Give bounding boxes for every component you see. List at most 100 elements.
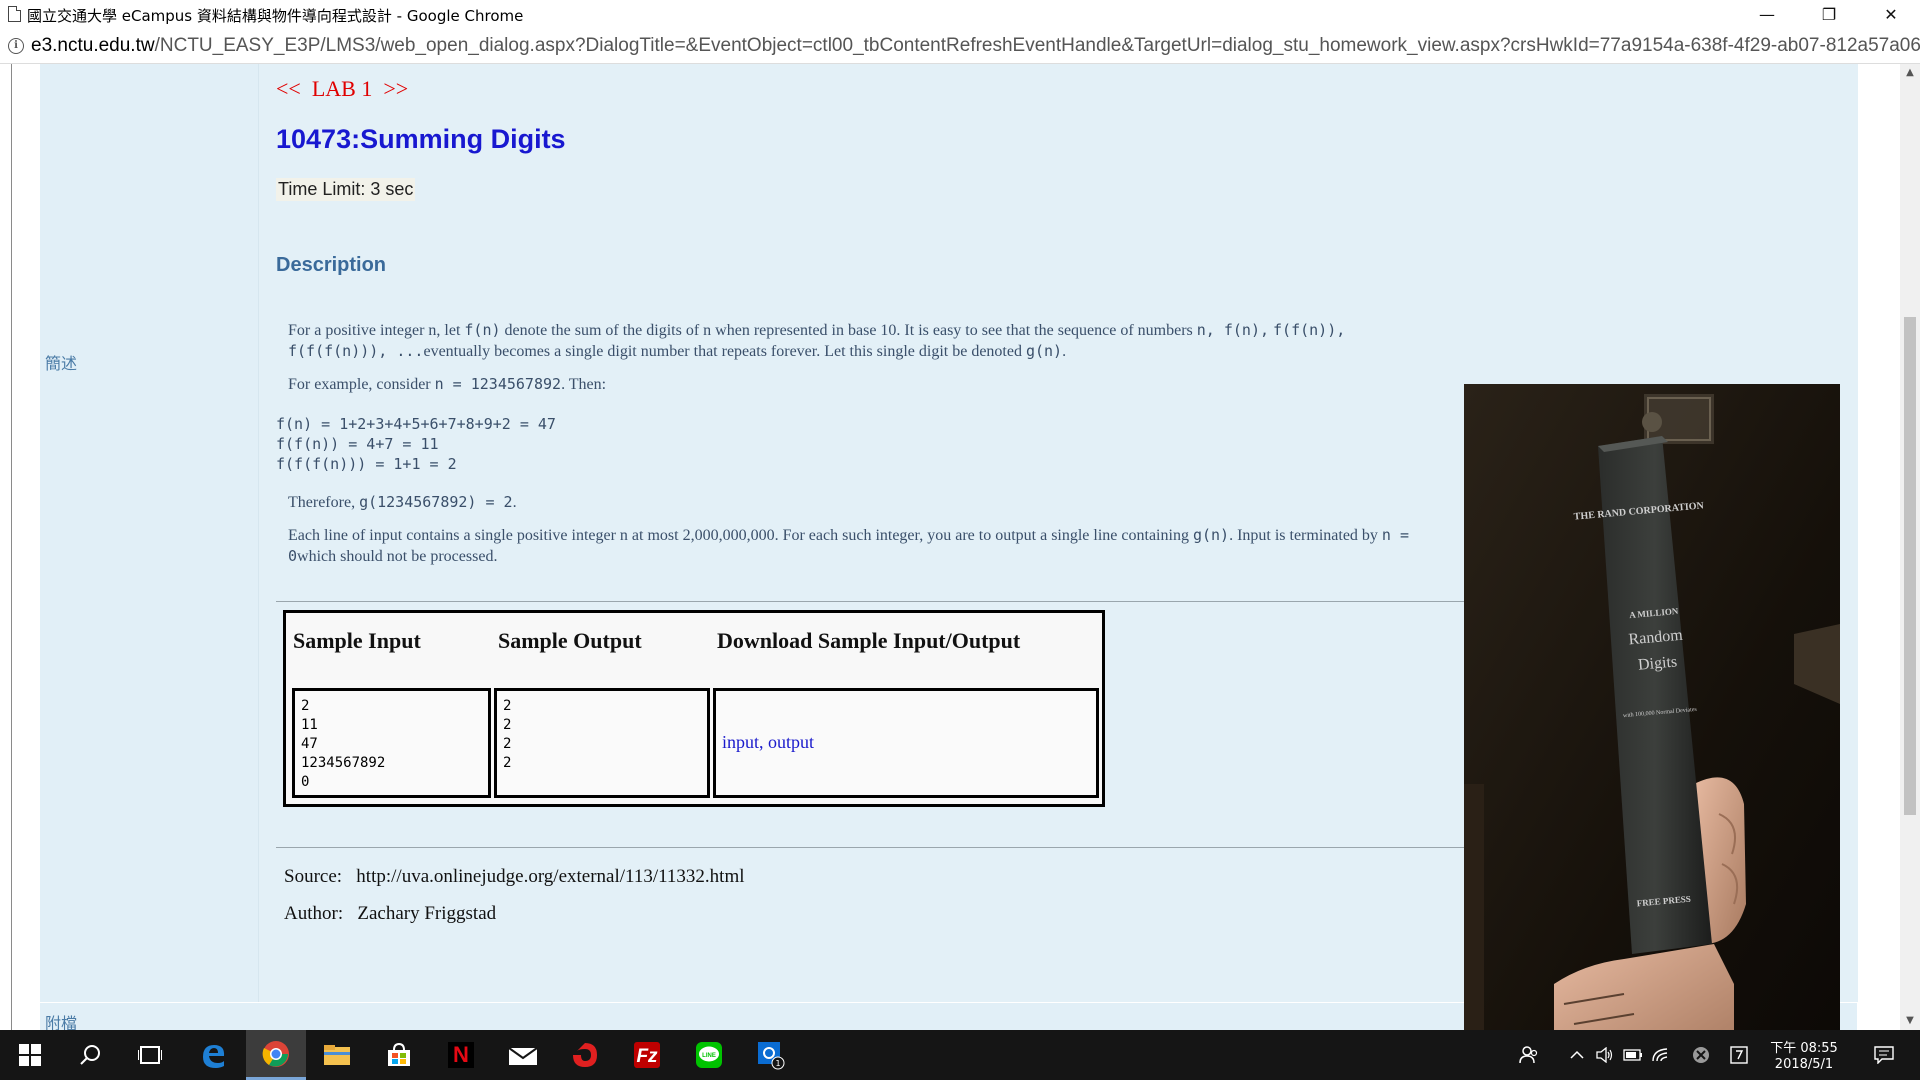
restore-button[interactable]: ❐: [1798, 0, 1860, 29]
taskbar-line[interactable]: LINE: [679, 1030, 739, 1080]
background-object: [1642, 412, 1662, 432]
taskbar-mail[interactable]: [493, 1030, 553, 1080]
sample-output-box: 2 2 2 2: [494, 688, 710, 798]
url-host: e3.nctu.edu.tw: [31, 35, 155, 56]
sample-output-heading: Sample Output: [498, 628, 642, 653]
store-icon: [388, 1042, 410, 1066]
description-paragraph-2: For example, consider n = 1234567892. Th…: [288, 375, 607, 393]
next-lab-link[interactable]: >>: [383, 76, 408, 101]
scrollbar-thumb[interactable]: [1904, 317, 1916, 815]
formula-line: f(f(n)) = 4+7 = 11: [276, 435, 439, 453]
description-paragraph-1: For a positive integer n, let f(n) denot…: [288, 321, 1346, 360]
windows-logo-icon: [19, 1044, 41, 1066]
sample-input-box: 2 11 47 1234567892 0: [292, 688, 491, 798]
taskbar-netflix[interactable]: N: [431, 1030, 491, 1080]
start-button[interactable]: [0, 1030, 60, 1080]
example-formula: f(n) = 1+2+3+4+5+6+7+8+9+2 = 47 f(f(n)) =…: [276, 414, 556, 474]
scroll-down-icon[interactable]: ▼: [1900, 1012, 1920, 1030]
download-box: input, output: [713, 688, 1099, 798]
battery-icon: [1623, 1049, 1642, 1061]
clock-date[interactable]: 2018/5/1: [1764, 1057, 1844, 1072]
taskbar-outlook[interactable]: 1: [741, 1030, 801, 1080]
page-icon: [8, 6, 21, 22]
chevron-up-icon: [1570, 1050, 1584, 1059]
taskbar-file-explorer[interactable]: [307, 1030, 367, 1080]
search-icon: [80, 1045, 100, 1065]
description-paragraph-3: Therefore, g(1234567892) = 2.: [288, 493, 517, 511]
lab-label: LAB 1: [311, 76, 373, 101]
close-button[interactable]: ✕: [1860, 0, 1920, 29]
netflix-icon: N: [448, 1042, 474, 1068]
show-hidden-icons-button[interactable]: [1564, 1030, 1590, 1080]
sample-input-heading: Sample Input: [293, 628, 421, 653]
book-photo: THE RAND CORPORATION A MILLION Random Di…: [1464, 384, 1840, 1030]
close-circle-icon: [1693, 1047, 1709, 1063]
window-titlebar: 國立交通大學 eCampus 資料結構與物件導向程式設計 - Google Ch…: [0, 0, 1920, 29]
app-tray-button[interactable]: [1688, 1030, 1714, 1080]
lab-navigation: << LAB 1 >>: [276, 76, 408, 102]
filezilla-icon: Fz: [634, 1042, 660, 1068]
label-column: 簡述: [40, 64, 258, 1002]
minimize-button[interactable]: —: [1736, 0, 1798, 29]
source-row: Source: http://uva.onlinejudge.org/exter…: [284, 866, 745, 888]
info-icon[interactable]: i: [8, 38, 24, 54]
taskbar-chrome[interactable]: [246, 1030, 306, 1080]
volume-button[interactable]: [1592, 1030, 1618, 1080]
source-value: http://uva.onlinejudge.org/external/113/…: [356, 866, 745, 887]
page-left-border: [0, 64, 12, 1030]
svg-text:Fz: Fz: [636, 1046, 658, 1067]
garena-icon: [573, 1043, 597, 1067]
taskbar-garena[interactable]: [555, 1030, 615, 1080]
sample-io-table: Sample Input Sample Output Download Samp…: [283, 610, 1105, 807]
windows-taskbar: N Fz LINE 1 下午 08:55 2018/5/1: [0, 1030, 1920, 1080]
taskbar-edge[interactable]: [183, 1030, 243, 1080]
chrome-icon: [262, 1040, 289, 1067]
source-label: Source:: [284, 866, 343, 887]
clock-time[interactable]: 下午 08:55: [1764, 1037, 1844, 1056]
folder-icon: [324, 1045, 350, 1065]
scroll-up-icon[interactable]: ▲: [1900, 64, 1920, 82]
author-row: Author: Zachary Friggstad: [284, 903, 496, 925]
ime-button[interactable]: [1724, 1030, 1754, 1080]
vertical-scrollbar[interactable]: ▲ ▼: [1900, 64, 1920, 1030]
description-paragraph-4: Each line of input contains a single pos…: [288, 526, 1410, 565]
wifi-icon: [1652, 1048, 1668, 1062]
divider: [276, 847, 1472, 848]
wifi-button[interactable]: [1648, 1030, 1674, 1080]
notification-badge: 1: [775, 1059, 780, 1068]
line-icon: LINE: [696, 1042, 722, 1068]
download-output-link[interactable]: output: [768, 732, 814, 752]
edge-icon: [203, 1045, 225, 1068]
battery-button[interactable]: [1620, 1030, 1646, 1080]
formula-line: f(f(f(n))) = 1+1 = 2: [276, 455, 457, 473]
divider: [276, 601, 1472, 602]
author-value: Zachary Friggstad: [357, 903, 497, 924]
line-icon-label: LINE: [702, 1053, 716, 1059]
formula-line: f(n) = 1+2+3+4+5+6+7+8+9+2 = 47: [276, 415, 556, 433]
url-text[interactable]: e3.nctu.edu.tw/NCTU_EASY_E3P/LMS3/web_op…: [31, 35, 1920, 57]
address-bar[interactable]: i e3.nctu.edu.tw/NCTU_EASY_E3P/LMS3/web_…: [0, 29, 1920, 64]
search-button[interactable]: [60, 1030, 120, 1080]
taskbar-store[interactable]: [369, 1030, 429, 1080]
people-icon: [1519, 1046, 1538, 1064]
window-title: 國立交通大學 eCampus 資料結構與物件導向程式設計 - Google Ch…: [27, 7, 524, 25]
problem-title: 10473:Summing Digits: [276, 124, 566, 154]
action-center-button[interactable]: [1862, 1030, 1906, 1080]
task-view-button[interactable]: [120, 1030, 180, 1080]
people-button[interactable]: [1511, 1030, 1547, 1080]
mail-icon: [508, 1047, 538, 1065]
spine-text: Digits: [1637, 653, 1677, 673]
ime-icon: [1730, 1046, 1748, 1064]
taskbar-filezilla[interactable]: Fz: [617, 1030, 677, 1080]
background-object: [1464, 784, 1484, 1030]
download-input-link[interactable]: input: [722, 732, 759, 752]
prev-lab-link[interactable]: <<: [276, 76, 301, 101]
summary-label: 簡述: [45, 354, 78, 373]
description-heading: Description: [276, 254, 387, 276]
task-view-icon: [138, 1046, 162, 1064]
attachment-label: 附檔: [45, 1014, 78, 1030]
book-photo-image: THE RAND CORPORATION A MILLION Random Di…: [1464, 384, 1840, 1030]
outlook-icon: 1: [758, 1042, 785, 1070]
page-viewport: 簡述 << LAB 1 >> 10473:Summing Digits Time…: [0, 64, 1900, 1030]
sample-output-text: 2 2 2 2: [503, 698, 512, 771]
